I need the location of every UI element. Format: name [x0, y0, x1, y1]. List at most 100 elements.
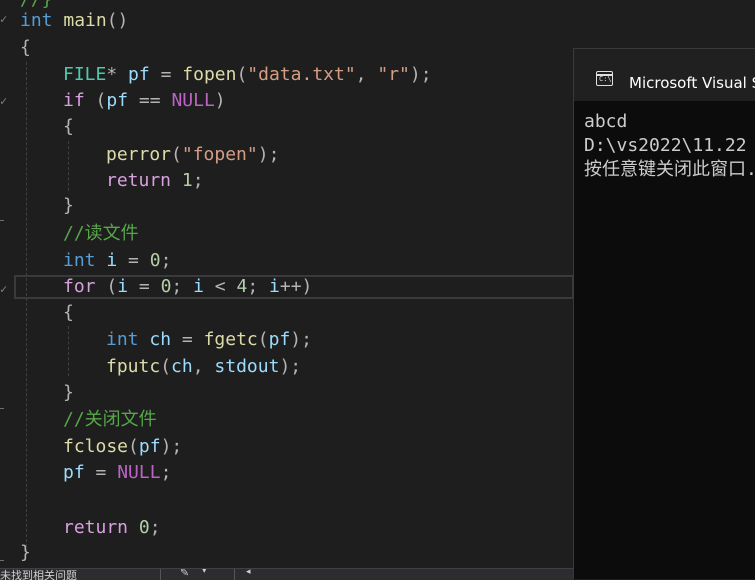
brace: { — [63, 116, 74, 137]
variable: pf — [268, 329, 291, 350]
function-name: fgetc — [203, 329, 258, 350]
function-name: main — [63, 10, 107, 31]
code-line[interactable]: int i = 0; — [63, 248, 171, 274]
status-separator — [234, 569, 235, 580]
console-app-icon: C:\ — [596, 71, 613, 86]
number-literal: 0 — [138, 517, 150, 538]
fold-end-marker — [0, 408, 4, 409]
console-line: abcd — [584, 111, 628, 132]
fold-marker-icon[interactable]: ✓ — [0, 13, 7, 25]
string-literal: "fopen" — [181, 144, 258, 165]
punctuation: ; — [192, 170, 204, 191]
fold-end-marker — [0, 220, 4, 221]
variable: i — [269, 276, 280, 297]
status-separator — [160, 569, 161, 580]
console-line: 按任意键关闭此窗口. . . — [584, 159, 755, 180]
punctuation: ( — [106, 276, 118, 297]
macro: NULL — [171, 90, 215, 111]
code-line[interactable]: FILE* pf = fopen("data.txt", "r"); — [63, 62, 432, 88]
function-name: fclose — [63, 436, 129, 457]
code-line[interactable]: } — [20, 540, 31, 566]
keyword: if — [63, 90, 85, 111]
code-line[interactable]: return 1; — [106, 168, 204, 194]
code-line[interactable]: if (pf == NULL) — [63, 88, 226, 114]
brace: { — [20, 37, 31, 58]
code-line[interactable]: { — [20, 35, 31, 61]
punctuation: ); — [290, 329, 312, 350]
code-line[interactable]: int main() — [20, 8, 128, 34]
fold-marker-icon[interactable]: ✓ — [0, 283, 7, 295]
code-line[interactable]: } — [63, 193, 74, 219]
brush-icon[interactable]: ✎ — [180, 569, 189, 579]
punctuation: ( — [160, 356, 172, 377]
variable: pf — [138, 436, 161, 457]
variable: i — [106, 250, 118, 271]
comment: //读文件 — [63, 223, 139, 244]
type-name: FILE — [63, 64, 107, 85]
debug-console-window[interactable]: C:\ Microsoft Visual Studio 调试控制台 abcd D:… — [573, 48, 755, 579]
code-line[interactable]: for (i = 0; i < 4; i++) — [63, 274, 312, 300]
brace: } — [63, 382, 74, 403]
number-literal: 0 — [149, 250, 161, 271]
fold-end-marker — [0, 560, 4, 561]
code-editor[interactable]: ✓ ✓ ✓ //} int main() { FILE* pf = fopen(… — [0, 0, 573, 568]
operator: = — [138, 276, 150, 297]
code-line[interactable]: fputc(ch, stdout); — [106, 354, 301, 380]
macro: NULL — [117, 462, 161, 483]
code-line[interactable]: //关闭文件 — [63, 407, 157, 433]
code-line[interactable]: perror("fopen"); — [106, 142, 279, 168]
code-line[interactable]: //读文件 — [63, 221, 139, 247]
console-titlebar[interactable]: C:\ Microsoft Visual Studio 调试控制台 — [574, 49, 755, 101]
number-literal: 0 — [160, 276, 172, 297]
punctuation: ; — [160, 250, 172, 271]
brace: } — [63, 195, 74, 216]
fold-marker-icon[interactable]: ✓ — [0, 95, 7, 107]
code-line[interactable]: fclose(pf); — [63, 434, 182, 460]
punctuation: * — [106, 64, 118, 85]
punctuation: ); — [409, 64, 432, 85]
punctuation: ); — [257, 144, 280, 165]
code-line[interactable]: { — [63, 300, 74, 326]
function-name: perror — [106, 144, 172, 165]
punctuation: ; — [247, 276, 259, 297]
console-output: abcd D:\vs2022\11.22 按任意键关闭此窗口. . . — [584, 110, 755, 182]
code-line[interactable]: return 0; — [63, 515, 161, 541]
keyword: return — [63, 517, 129, 538]
operator: = — [128, 250, 139, 271]
punctuation: ); — [160, 436, 183, 457]
code-line[interactable]: { — [63, 114, 74, 140]
chevron-down-icon[interactable]: ▾ — [202, 569, 207, 576]
function-name: fputc — [106, 356, 161, 377]
variable: pf — [106, 90, 129, 111]
code-line[interactable]: int ch = fgetc(pf); — [106, 327, 312, 353]
issues-status[interactable]: 未找到相关问题 — [0, 569, 77, 580]
code-line[interactable]: } — [63, 380, 74, 406]
indent-guide — [68, 326, 69, 376]
punctuation: ( — [171, 144, 182, 165]
variable: pf — [63, 462, 85, 483]
variable: i — [117, 276, 129, 297]
brace: } — [20, 542, 31, 563]
punctuation: ( — [257, 329, 269, 350]
console-title: Microsoft Visual Studio 调试控制台 — [629, 74, 755, 92]
punctuation: () — [106, 10, 129, 31]
variable: ch — [149, 329, 172, 350]
variable: ch — [171, 356, 193, 377]
punctuation: , — [355, 64, 367, 85]
operator: == — [138, 90, 161, 111]
scroll-left-icon[interactable]: ◂ — [246, 569, 251, 577]
operator: < — [214, 276, 226, 297]
string-literal: "r" — [377, 64, 410, 85]
punctuation: ) — [301, 276, 313, 297]
keyword: int — [106, 329, 139, 350]
operator: = — [160, 64, 172, 85]
punctuation: ; — [149, 517, 161, 538]
string-literal: "data.txt" — [247, 64, 356, 85]
code-line[interactable]: pf = NULL; — [63, 460, 171, 486]
variable: pf — [128, 64, 150, 85]
number-literal: 1 — [181, 170, 193, 191]
status-bar: 未找到相关问题 ✎ ▾ ◂ — [0, 568, 573, 580]
operator: = — [181, 329, 193, 350]
number-literal: 4 — [236, 276, 248, 297]
keyword: int — [63, 250, 96, 271]
